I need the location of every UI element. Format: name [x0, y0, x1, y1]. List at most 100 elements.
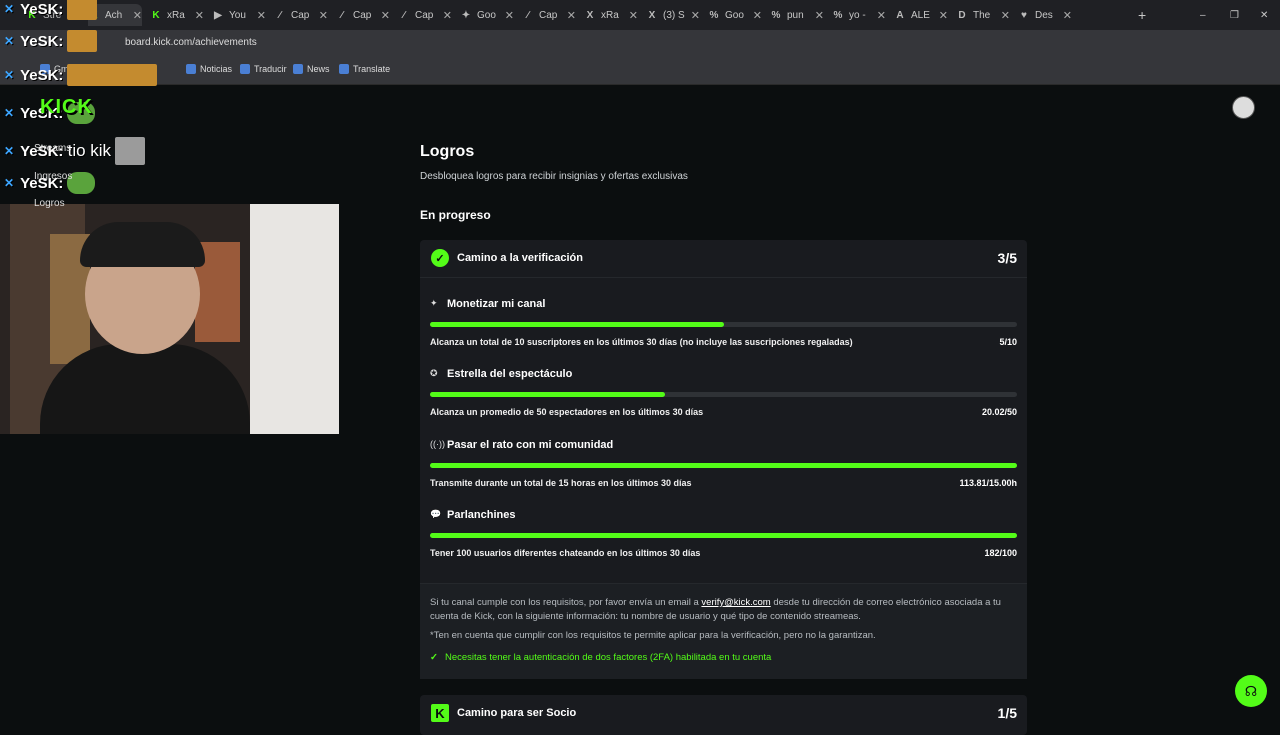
- browser-tab[interactable]: ▶ You ✕: [212, 4, 266, 26]
- chat-badge-icon: ✕: [4, 68, 15, 82]
- verification-card: ✓ Camino a la verificación 3/5 ✦ Monetiza…: [420, 240, 1027, 679]
- kick-logo: KICK: [40, 96, 93, 118]
- close-tab-icon[interactable]: ✕: [1001, 9, 1010, 22]
- close-tab-icon[interactable]: ✕: [443, 9, 452, 22]
- verify-email-link[interactable]: verify@kick.com: [701, 597, 770, 608]
- progress-bar: [430, 533, 1017, 538]
- page-subtitle: Desbloquea logros para recibir insignias…: [420, 171, 688, 182]
- chat-message: ✕ YeSK: tio kik: [4, 137, 146, 165]
- close-tab-icon[interactable]: ✕: [877, 9, 886, 22]
- tab-favicon-icon: ▶: [214, 9, 222, 21]
- chat-message: ✕ YeSK:: [4, 64, 158, 86]
- browser-tab[interactable]: % pun ✕: [770, 4, 824, 26]
- chat-badge-icon: ✕: [4, 176, 15, 190]
- close-tab-icon[interactable]: ✕: [815, 9, 824, 22]
- sidebar-item-ingresos[interactable]: Ingresos: [34, 171, 72, 182]
- tab-favicon-icon: ∕: [279, 9, 281, 21]
- progress-bar: [430, 392, 1017, 397]
- emote-icon: [67, 64, 158, 86]
- close-tab-icon[interactable]: ✕: [939, 9, 948, 22]
- tab-favicon-icon: ∕: [403, 9, 405, 21]
- browser-tab[interactable]: ∕ Cap ✕: [398, 4, 452, 26]
- kick-logo-icon: K: [431, 704, 449, 722]
- achievement-icon: ((·)): [430, 439, 445, 449]
- sidebar-item-logros[interactable]: Logros: [34, 198, 65, 209]
- progress-fill: [430, 322, 724, 327]
- tab-favicon-icon: ♥: [1021, 9, 1027, 21]
- browser-tab[interactable]: A ALE ✕: [894, 4, 948, 26]
- progress-bar: [430, 463, 1017, 468]
- achievement-value: 113.81/15.00h: [959, 478, 1017, 488]
- translate-icon: [240, 64, 250, 74]
- minimize-button[interactable]: –: [1200, 4, 1206, 26]
- new-tab-button[interactable]: +: [1138, 4, 1146, 26]
- achievement-icon: 💬: [430, 509, 442, 519]
- partner-card[interactable]: K Camino para ser Socio 1/5: [420, 695, 1027, 735]
- progress-fill: [430, 392, 665, 397]
- tab-favicon-icon: %: [709, 9, 719, 21]
- browser-tab[interactable]: ∕ Cap ✕: [522, 4, 576, 26]
- achievement-icon: ✦: [430, 298, 438, 308]
- achievement-icon: ✪: [430, 368, 438, 378]
- webcam-wall: [250, 204, 339, 434]
- tab-favicon-icon: %: [771, 9, 781, 21]
- bookmark-traducir[interactable]: Traducir: [240, 64, 287, 74]
- translate-icon: [339, 64, 349, 74]
- chat-badge-icon: ✕: [4, 144, 15, 158]
- close-tab-icon[interactable]: ✕: [319, 9, 328, 22]
- support-chat-icon[interactable]: ☊: [1235, 675, 1267, 707]
- achievement-value: 20.02/50: [981, 407, 1017, 417]
- emote-icon: [115, 137, 146, 165]
- page-title: Logros: [420, 143, 475, 160]
- achievement-description: Alcanza un promedio de 50 espectadores e…: [430, 407, 704, 417]
- chat-message: ✕ YeSK:: [4, 30, 98, 52]
- webcam-beanie: [80, 222, 205, 267]
- progress-fill: [430, 533, 1017, 538]
- close-tab-icon[interactable]: ✕: [505, 9, 514, 22]
- tab-favicon-icon: A: [896, 9, 904, 21]
- browser-tab[interactable]: ∕ Cap ✕: [336, 4, 390, 26]
- card-header[interactable]: ✓ Camino a la verificación 3/5: [420, 240, 1027, 278]
- note-disclaimer: *Ten en cuenta que cumplir con los requi…: [430, 630, 876, 641]
- browser-tab[interactable]: % yo - ✕: [832, 4, 886, 26]
- tab-favicon-icon: ∕: [527, 9, 529, 21]
- browser-tab[interactable]: X (3) S ✕: [646, 4, 700, 26]
- sidebar-item-streams[interactable]: Streams: [34, 143, 71, 154]
- tab-favicon-icon: X: [648, 9, 656, 21]
- browser-tab[interactable]: ♥ Des ✕: [1018, 4, 1072, 26]
- browser-tab[interactable]: ∕ Cap ✕: [274, 4, 328, 26]
- achievement-description: Transmite durante un total de 15 horas e…: [430, 478, 692, 488]
- browser-tab[interactable]: ✦ Goo ✕: [460, 4, 514, 26]
- card-title: Camino a la verificación: [457, 252, 583, 264]
- close-tab-icon[interactable]: ✕: [629, 9, 638, 22]
- tab-favicon-icon: X: [586, 9, 594, 21]
- user-avatar[interactable]: [1232, 96, 1255, 119]
- card-progress: 3/5: [997, 250, 1017, 266]
- restore-button[interactable]: ❐: [1230, 4, 1239, 26]
- achievement-value: 5/10: [999, 337, 1017, 347]
- progress-bar: [430, 322, 1017, 327]
- tab-favicon-icon: %: [833, 9, 843, 21]
- note-text: Si tu canal cumple con los requisitos, p…: [430, 597, 1001, 622]
- bookmark-news[interactable]: News: [293, 64, 330, 74]
- close-tab-icon[interactable]: ✕: [567, 9, 576, 22]
- achievement-title: Parlanchines: [447, 509, 516, 521]
- verified-badge-icon: ✓: [431, 249, 449, 267]
- twofa-requirement: ✓ Necesitas tener la autenticación de do…: [430, 652, 772, 663]
- close-tab-icon[interactable]: ✕: [691, 9, 700, 22]
- chat-badge-icon: ✕: [4, 34, 15, 48]
- browser-tab[interactable]: % Goo ✕: [708, 4, 762, 26]
- close-window-button[interactable]: ✕: [1260, 4, 1268, 26]
- bookmark-translate[interactable]: Translate: [339, 64, 390, 74]
- chat-badge-icon: ✕: [4, 106, 15, 120]
- close-tab-icon[interactable]: ✕: [1063, 9, 1072, 22]
- achievement-title: Monetizar mi canal: [447, 298, 546, 310]
- browser-tab[interactable]: XxRa ✕: [584, 4, 638, 26]
- close-tab-icon[interactable]: ✕: [257, 9, 266, 22]
- tab-favicon-icon: ∕: [341, 9, 343, 21]
- achievement-value: 182/100: [984, 548, 1017, 558]
- webcam-overlay: [0, 204, 339, 434]
- close-tab-icon[interactable]: ✕: [381, 9, 390, 22]
- close-tab-icon[interactable]: ✕: [753, 9, 762, 22]
- browser-tab[interactable]: D The ✕: [956, 4, 1010, 26]
